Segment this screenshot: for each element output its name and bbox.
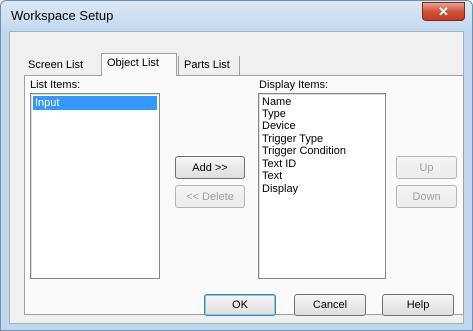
title-bar[interactable]: Workspace Setup ✕ <box>1 1 472 31</box>
display-items-label: Display Items: <box>259 79 329 91</box>
display-items-listbox[interactable]: Name Type Device Trigger Type Trigger Co… <box>258 93 386 279</box>
dialog-body: Screen List Object List Parts List List … <box>9 31 464 324</box>
list-item[interactable]: Type <box>262 109 286 120</box>
tab-object-list-label: Object List <box>107 57 159 69</box>
list-items-listbox[interactable]: Input <box>30 93 160 279</box>
tab-parts-list[interactable]: Parts List <box>178 56 240 76</box>
list-item[interactable]: Text <box>262 171 282 182</box>
close-button[interactable]: ✕ <box>422 2 465 21</box>
dialog-window: Workspace Setup ✕ Screen List Object Lis… <box>0 0 473 331</box>
list-item[interactable]: Device <box>262 121 296 132</box>
tab-screen-list-label: Screen List <box>28 59 84 71</box>
cancel-button[interactable]: Cancel <box>294 294 366 316</box>
tab-object-list[interactable]: Object List <box>101 53 177 76</box>
list-item[interactable]: Input <box>33 96 157 110</box>
list-item-label: Input <box>35 97 60 109</box>
list-item[interactable]: Text ID <box>262 159 296 170</box>
up-button[interactable]: Up <box>396 156 457 179</box>
close-icon: ✕ <box>438 3 449 19</box>
cancel-button-label: Cancel <box>312 299 348 311</box>
list-item[interactable]: Trigger Condition <box>262 146 346 157</box>
ok-button-label: OK <box>232 299 248 311</box>
add-button-label: Add >> <box>192 161 228 174</box>
delete-button[interactable]: << Delete <box>175 185 245 208</box>
delete-button-label: << Delete <box>186 190 234 203</box>
list-item[interactable]: Trigger Type <box>262 134 323 145</box>
tab-screen-list[interactable]: Screen List <box>23 56 98 76</box>
down-button[interactable]: Down <box>396 185 457 208</box>
help-button-label: Help <box>406 299 430 311</box>
tab-parts-list-label: Parts List <box>184 59 230 71</box>
list-item[interactable]: Display <box>262 184 298 195</box>
ok-button[interactable]: OK <box>204 294 276 316</box>
list-item[interactable]: Name <box>262 97 291 108</box>
window-title: Workspace Setup <box>11 8 114 23</box>
help-button[interactable]: Help <box>382 294 454 316</box>
down-button-label: Down <box>412 190 441 203</box>
object-list-panel: List Items: Input Display Items: Name Ty… <box>24 75 464 315</box>
list-items-label: List Items: <box>30 79 81 91</box>
up-button-label: Up <box>419 161 434 174</box>
add-button[interactable]: Add >> <box>175 156 245 179</box>
